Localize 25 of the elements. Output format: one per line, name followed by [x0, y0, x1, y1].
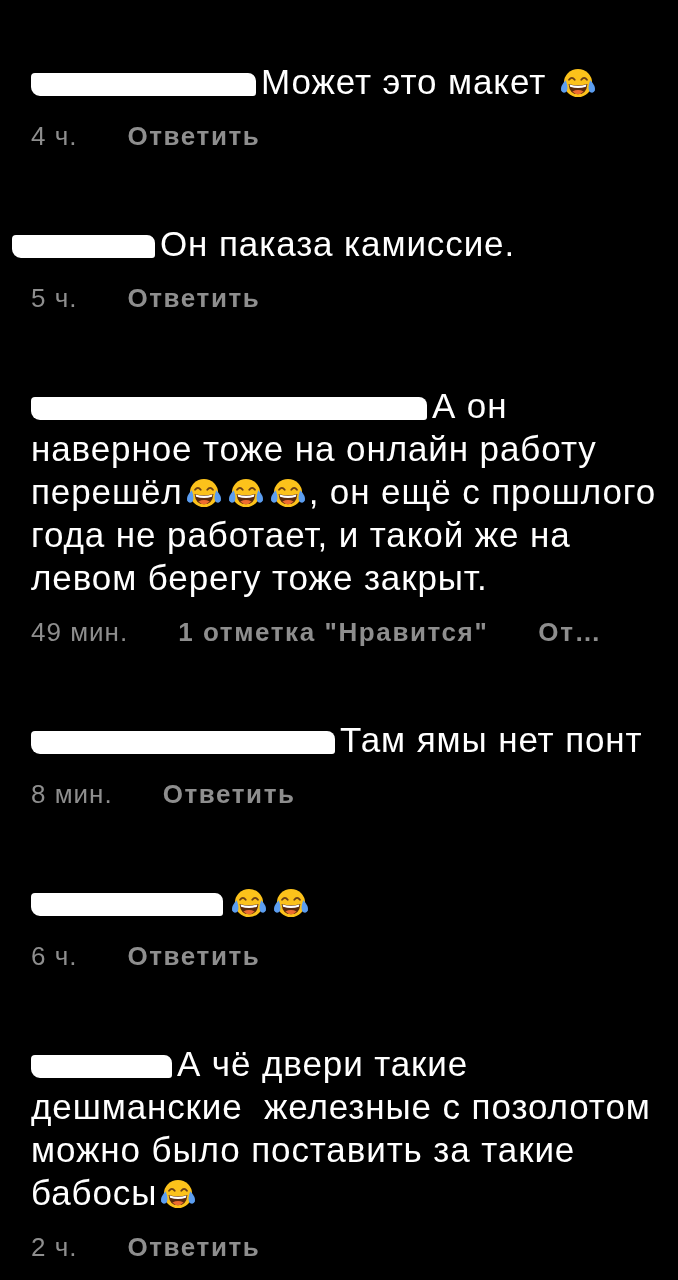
- timestamp: 5 ч.: [31, 282, 78, 314]
- comment-text: Он паказа камиссие.: [31, 224, 516, 263]
- reply-button[interactable]: Ответить: [127, 120, 261, 152]
- laughing-face-icon: [268, 477, 307, 509]
- reply-button[interactable]: Ответить: [127, 1231, 261, 1263]
- laughing-face-icon: [184, 477, 223, 509]
- comment-text: Может это макет: [31, 62, 599, 101]
- timestamp: 2 ч.: [31, 1231, 78, 1263]
- likes-link[interactable]: 1 отметка "Нравится": [178, 616, 489, 648]
- reply-button[interactable]: Ответить: [127, 282, 261, 314]
- reply-button[interactable]: Ответить: [162, 778, 296, 810]
- reply-button[interactable]: Ответить: [127, 940, 261, 972]
- reply-button[interactable]: От…: [538, 616, 603, 648]
- comment-text: Там ямы нет понт: [31, 720, 643, 759]
- timestamp: 49 мин.: [31, 616, 129, 648]
- timestamp: 8 мин.: [31, 778, 113, 810]
- laughing-face-icon: [226, 477, 265, 509]
- laughing-face-icon: [272, 887, 310, 919]
- comment-text: А он наверное тоже на онлайн работу перешёл , он ещё с прошлого года не работает, и такой же на левом берегу тоже закрыт.: [31, 386, 658, 597]
- comment-text: А чё двери такие дешманские железные с позолотом можно было поставить за такие бабосы: [31, 1044, 652, 1212]
- timestamp: 6 ч.: [31, 940, 78, 972]
- laughing-face-icon: [159, 1178, 198, 1210]
- laughing-face-icon: [230, 887, 268, 919]
- timestamp: 4 ч.: [31, 120, 78, 152]
- laughing-face-icon: [558, 67, 597, 99]
